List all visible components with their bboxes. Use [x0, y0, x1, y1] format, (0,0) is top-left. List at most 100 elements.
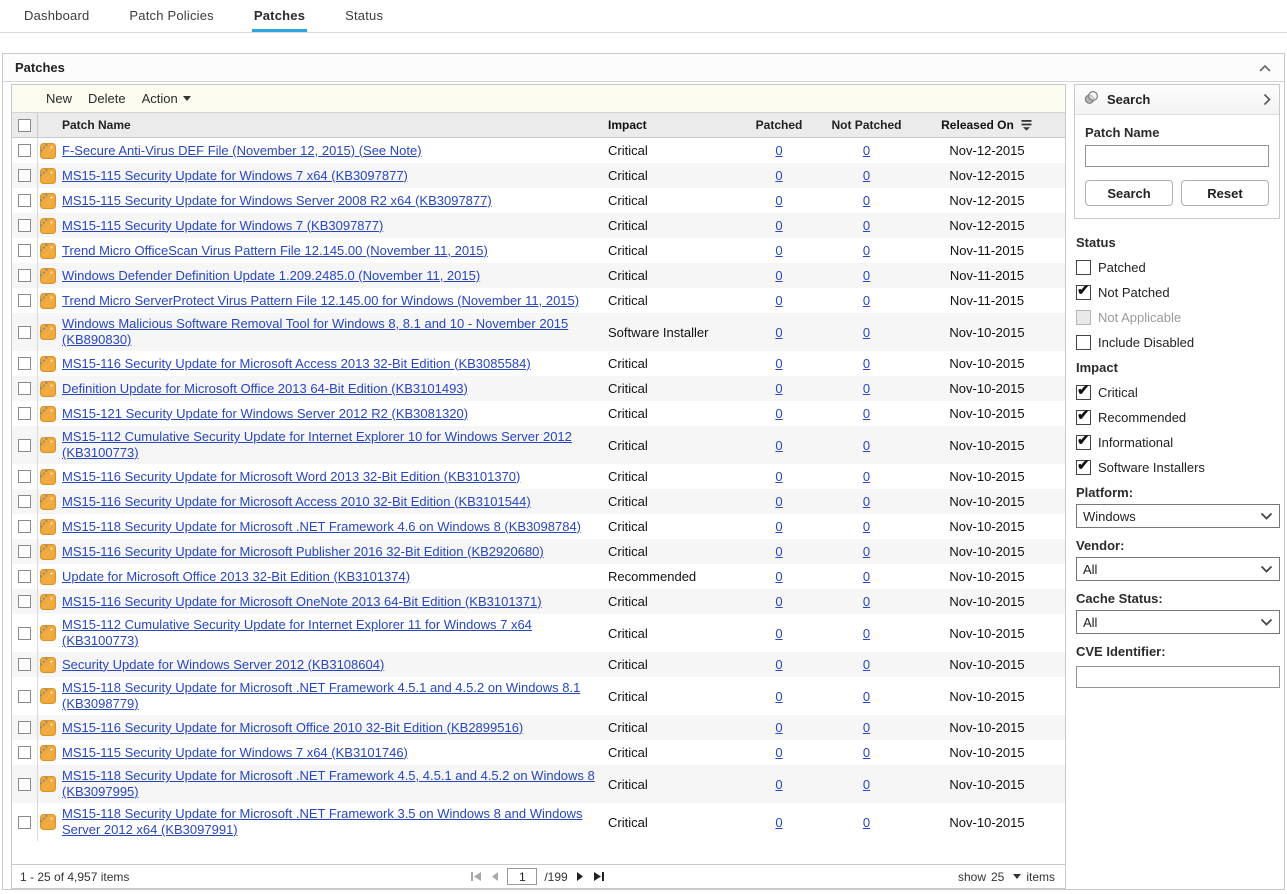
- row-checkbox[interactable]: [18, 520, 31, 533]
- page-size-dropdown[interactable]: 25: [991, 870, 1021, 884]
- last-page-icon[interactable]: [592, 871, 605, 882]
- patched-count-link[interactable]: 0: [775, 325, 782, 340]
- checkbox[interactable]: [1076, 285, 1091, 300]
- not-patched-count-link[interactable]: 0: [863, 469, 870, 484]
- patch-name-link[interactable]: Windows Malicious Software Removal Tool …: [62, 316, 596, 348]
- row-checkbox[interactable]: [18, 690, 31, 703]
- row-checkbox[interactable]: [18, 244, 31, 257]
- patched-count-link[interactable]: 0: [775, 381, 782, 396]
- platform-select[interactable]: Windows: [1076, 504, 1280, 528]
- row-checkbox[interactable]: [18, 144, 31, 157]
- patched-count-link[interactable]: 0: [775, 569, 782, 584]
- row-checkbox[interactable]: [18, 746, 31, 759]
- not-patched-count-link[interactable]: 0: [863, 381, 870, 396]
- tab-patch-policies[interactable]: Patch Policies: [127, 0, 215, 32]
- row-checkbox[interactable]: [18, 658, 31, 671]
- not-patched-count-link[interactable]: 0: [863, 777, 870, 792]
- patch-name-link[interactable]: MS15-121 Security Update for Windows Ser…: [62, 406, 468, 422]
- row-checkbox[interactable]: [18, 439, 31, 452]
- row-checkbox[interactable]: [18, 219, 31, 232]
- new-button[interactable]: New: [46, 91, 72, 106]
- not-patched-count-link[interactable]: 0: [863, 243, 870, 258]
- row-checkbox[interactable]: [18, 294, 31, 307]
- patch-name-link[interactable]: MS15-115 Security Update for Windows Ser…: [62, 193, 492, 209]
- patched-count-link[interactable]: 0: [775, 356, 782, 371]
- patch-name-link[interactable]: MS15-116 Security Update for Microsoft O…: [62, 594, 542, 610]
- row-checkbox[interactable]: [18, 169, 31, 182]
- checkbox[interactable]: [1076, 435, 1091, 450]
- select-all-checkbox[interactable]: [18, 119, 31, 132]
- checkbox[interactable]: [1076, 335, 1091, 350]
- not-patched-count-link[interactable]: 0: [863, 168, 870, 183]
- row-checkbox[interactable]: [18, 269, 31, 282]
- patch-name-link[interactable]: MS15-115 Security Update for Windows 7 x…: [62, 168, 408, 184]
- patch-name-link[interactable]: Trend Micro OfficeScan Virus Pattern Fil…: [62, 243, 488, 259]
- not-patched-count-link[interactable]: 0: [863, 626, 870, 641]
- patch-name-link[interactable]: Security Update for Windows Server 2012 …: [62, 657, 384, 673]
- chevron-up-icon[interactable]: [1258, 63, 1272, 73]
- patch-name-link[interactable]: MS15-118 Security Update for Microsoft .…: [62, 768, 596, 800]
- action-menu[interactable]: Action: [142, 91, 191, 106]
- search-button[interactable]: Search: [1085, 180, 1173, 206]
- patch-name-link[interactable]: Update for Microsoft Office 2013 32-Bit …: [62, 569, 410, 585]
- not-patched-count-link[interactable]: 0: [863, 193, 870, 208]
- filter-software-installers[interactable]: Software Installers: [1076, 460, 1280, 475]
- patch-name-filter-input[interactable]: [1085, 145, 1269, 167]
- patch-name-link[interactable]: MS15-116 Security Update for Microsoft P…: [62, 544, 544, 560]
- not-patched-count-link[interactable]: 0: [863, 657, 870, 672]
- patched-count-link[interactable]: 0: [775, 544, 782, 559]
- not-patched-count-link[interactable]: 0: [863, 544, 870, 559]
- not-patched-count-link[interactable]: 0: [863, 519, 870, 534]
- row-checkbox[interactable]: [18, 470, 31, 483]
- vendor-select[interactable]: All: [1076, 557, 1280, 581]
- patched-count-link[interactable]: 0: [775, 689, 782, 704]
- row-checkbox[interactable]: [18, 778, 31, 791]
- filter-critical[interactable]: Critical: [1076, 385, 1280, 400]
- patched-count-link[interactable]: 0: [775, 745, 782, 760]
- patched-count-link[interactable]: 0: [775, 494, 782, 509]
- row-checkbox[interactable]: [18, 721, 31, 734]
- row-checkbox[interactable]: [18, 816, 31, 829]
- filter-informational[interactable]: Informational: [1076, 435, 1280, 450]
- patch-name-link[interactable]: MS15-118 Security Update for Microsoft .…: [62, 680, 596, 712]
- row-checkbox[interactable]: [18, 407, 31, 420]
- patch-name-link[interactable]: MS15-115 Security Update for Windows 7 (…: [62, 218, 383, 234]
- checkbox[interactable]: [1076, 460, 1091, 475]
- not-patched-count-link[interactable]: 0: [863, 325, 870, 340]
- patch-name-link[interactable]: F-Secure Anti-Virus DEF File (November 1…: [62, 143, 422, 159]
- not-patched-count-link[interactable]: 0: [863, 406, 870, 421]
- patch-name-link[interactable]: MS15-112 Cumulative Security Update for …: [62, 617, 596, 649]
- patched-count-link[interactable]: 0: [775, 626, 782, 641]
- column-not-patched[interactable]: Not Patched: [824, 118, 909, 132]
- patched-count-link[interactable]: 0: [775, 594, 782, 609]
- delete-button[interactable]: Delete: [88, 91, 126, 106]
- filter-recommended[interactable]: Recommended: [1076, 410, 1280, 425]
- checkbox[interactable]: [1076, 410, 1091, 425]
- patched-count-link[interactable]: 0: [775, 268, 782, 283]
- not-patched-count-link[interactable]: 0: [863, 438, 870, 453]
- not-patched-count-link[interactable]: 0: [863, 569, 870, 584]
- not-patched-count-link[interactable]: 0: [863, 268, 870, 283]
- row-checkbox[interactable]: [18, 595, 31, 608]
- patched-count-link[interactable]: 0: [775, 143, 782, 158]
- reset-button[interactable]: Reset: [1181, 180, 1269, 206]
- row-checkbox[interactable]: [18, 627, 31, 640]
- page-number-input[interactable]: [507, 868, 537, 885]
- patched-count-link[interactable]: 0: [775, 777, 782, 792]
- cve-identifier-input[interactable]: [1076, 666, 1280, 688]
- patch-name-link[interactable]: MS15-116 Security Update for Microsoft O…: [62, 720, 523, 736]
- patched-count-link[interactable]: 0: [775, 218, 782, 233]
- checkbox[interactable]: [1076, 260, 1091, 275]
- tab-dashboard[interactable]: Dashboard: [22, 0, 91, 32]
- patch-name-link[interactable]: MS15-115 Security Update for Windows 7 x…: [62, 745, 408, 761]
- row-checkbox[interactable]: [18, 495, 31, 508]
- patch-name-link[interactable]: MS15-118 Security Update for Microsoft .…: [62, 519, 581, 535]
- next-page-icon[interactable]: [575, 871, 585, 882]
- chevron-right-icon[interactable]: [1263, 93, 1271, 106]
- column-released-on[interactable]: Released On: [909, 118, 1065, 132]
- filter-patched[interactable]: Patched: [1076, 260, 1280, 275]
- patch-name-link[interactable]: Trend Micro ServerProtect Virus Pattern …: [62, 293, 579, 309]
- tab-patches[interactable]: Patches: [252, 0, 307, 32]
- checkbox[interactable]: [1076, 385, 1091, 400]
- patch-name-link[interactable]: Definition Update for Microsoft Office 2…: [62, 381, 468, 397]
